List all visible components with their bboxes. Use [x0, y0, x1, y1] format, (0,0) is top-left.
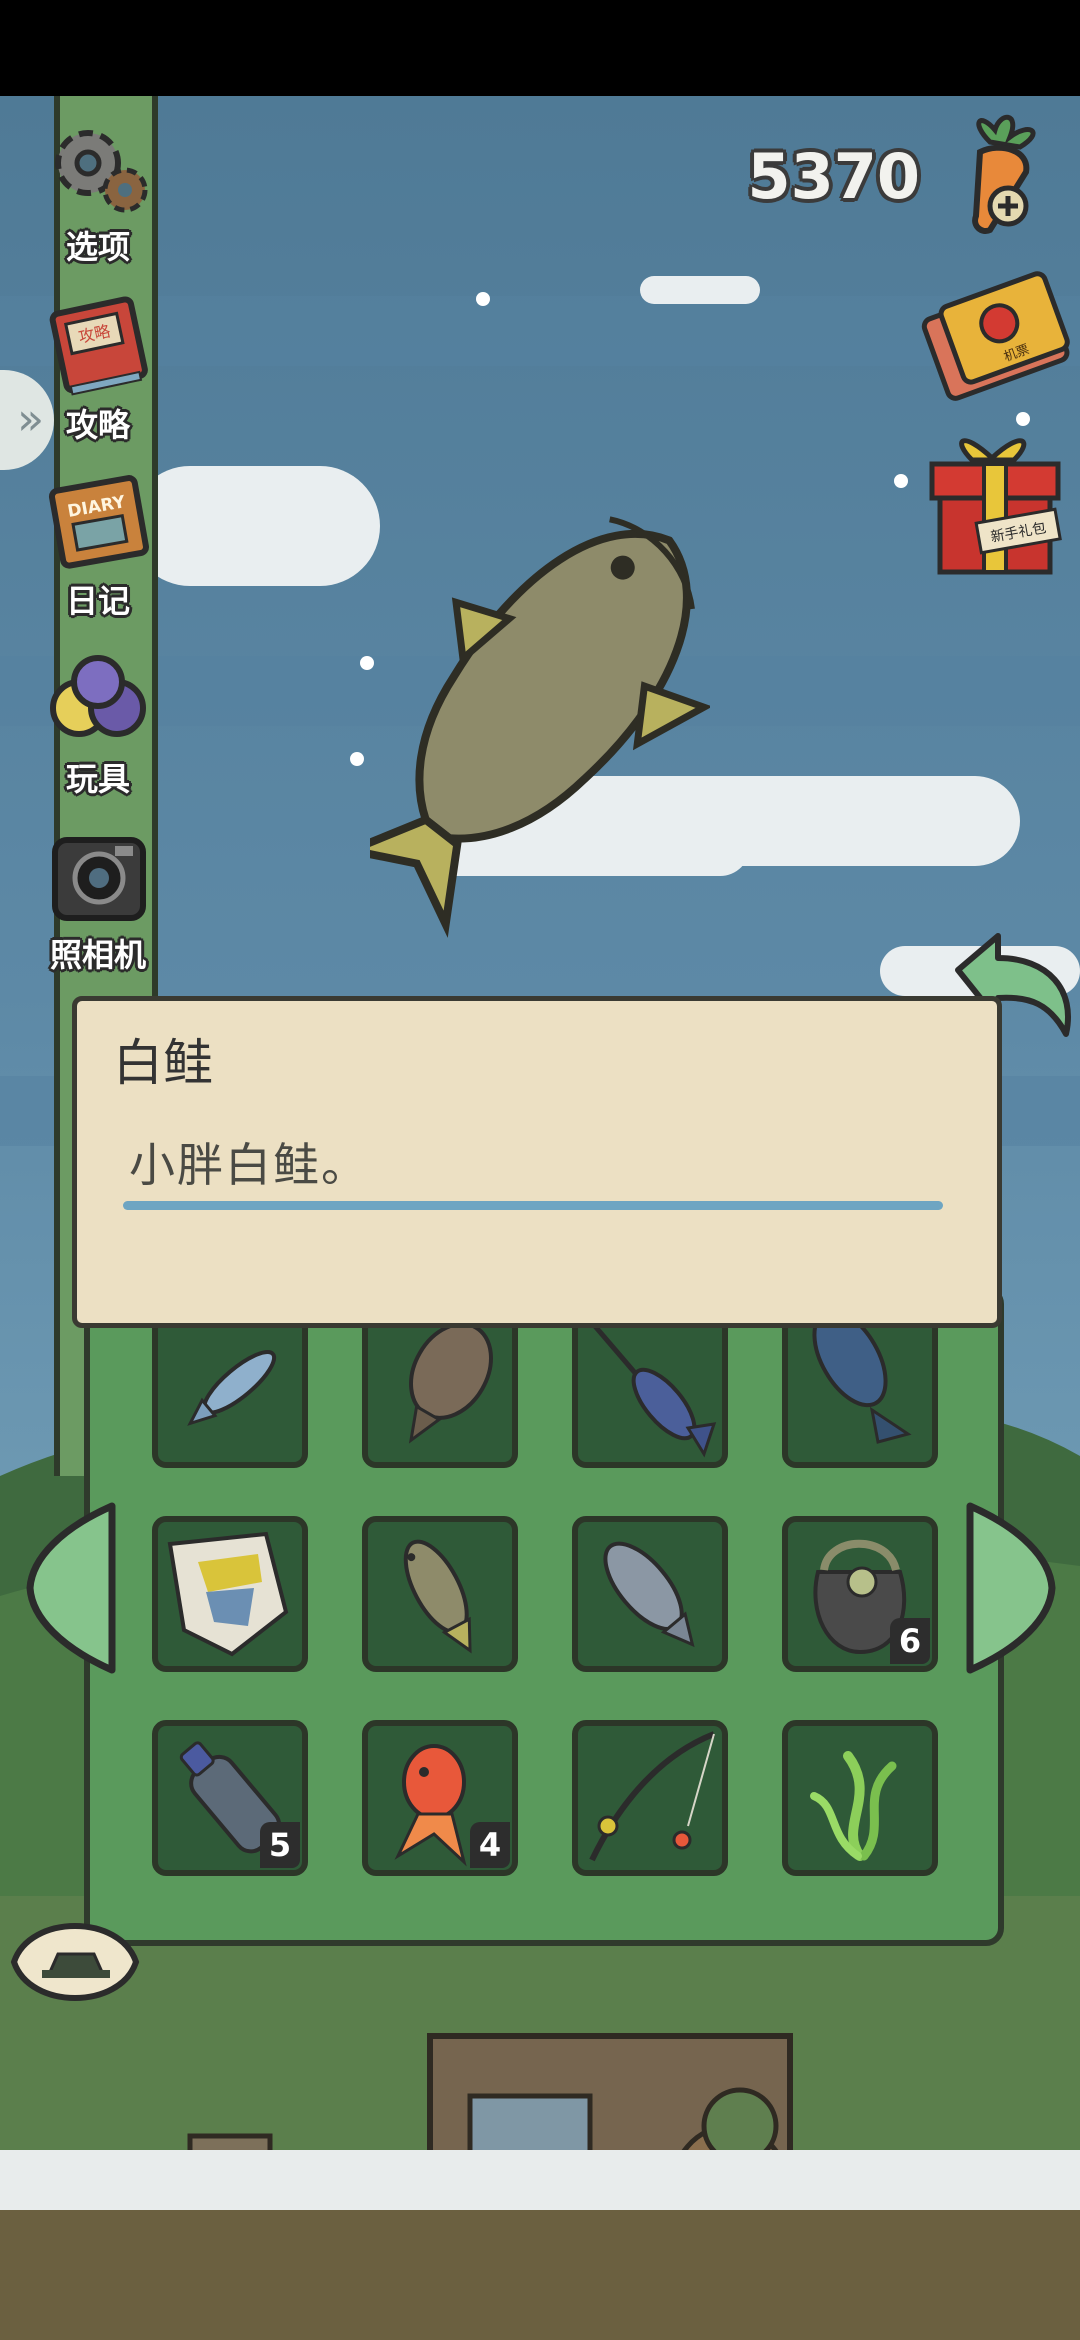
menu-item-label: 选项 — [65, 228, 130, 266]
menu-item-diary[interactable]: DIARY 日记 — [28, 472, 168, 622]
inventory-slot[interactable]: 6 — [782, 1516, 938, 1672]
hat-button[interactable] — [10, 1906, 140, 2016]
inventory-slot[interactable] — [152, 1516, 308, 1672]
previous-page-arrow[interactable] — [22, 1498, 118, 1678]
cloud — [640, 276, 760, 304]
menu-item-camera[interactable]: 照相机 — [28, 826, 168, 976]
item-quantity-badge: 4 — [470, 1822, 510, 1868]
sardine-icon — [187, 1350, 277, 1426]
plane-ticket-button[interactable]: 机票 — [918, 268, 1070, 408]
menu-item-label: 玩具 — [65, 760, 130, 798]
inventory-slot[interactable] — [572, 1516, 728, 1672]
inventory-slot[interactable] — [362, 1516, 518, 1672]
menu-item-label: 日记 — [65, 582, 130, 620]
starter-gift-button[interactable]: 新手礼包 — [922, 430, 1068, 580]
inventory-slot[interactable] — [572, 1312, 728, 1468]
tuna-icon — [812, 1318, 912, 1444]
camera-icon — [52, 837, 146, 921]
divider-line — [123, 1201, 943, 1210]
carrot-counter: 5370 — [747, 140, 920, 213]
seaweed-icon — [810, 1751, 897, 1861]
item-description: 小胖白鲑。 — [129, 1138, 369, 1192]
swordfish-icon — [586, 1318, 717, 1458]
inventory-slot[interactable]: 4 — [362, 1720, 518, 1876]
triggerfish-icon — [167, 1531, 289, 1657]
snowflake — [1016, 412, 1030, 426]
flounder-icon — [408, 1322, 493, 1444]
inventory-slot[interactable] — [572, 1720, 728, 1876]
diary-icon: DIARY — [48, 475, 149, 569]
item-description-dialog: 白鲑 小胖白鲑。 — [72, 996, 1002, 1328]
status-bar — [0, 0, 1080, 96]
inventory-slot[interactable] — [782, 1720, 938, 1876]
inventory-slot[interactable] — [152, 1312, 308, 1468]
caught-fish-illustration — [370, 516, 710, 938]
whitefish-icon — [403, 1539, 472, 1654]
menu-item-guide[interactable]: 攻略 攻略 — [28, 296, 168, 446]
item-name: 白鲑 — [113, 1034, 213, 1092]
inventory-slot[interactable]: 5 — [152, 1720, 308, 1876]
menu-item-label: 照相机 — [49, 936, 146, 974]
salmon-icon — [603, 1541, 695, 1648]
toys-icon — [50, 655, 146, 737]
menu-item-toys[interactable]: 玩具 — [28, 650, 168, 800]
inventory-panel: 6 5 4 — [84, 1286, 1004, 1946]
next-page-arrow[interactable] — [964, 1498, 1060, 1678]
guidebook-icon: 攻略 — [49, 296, 148, 396]
item-quantity-badge: 5 — [260, 1822, 300, 1868]
item-quantity-badge: 6 — [890, 1618, 930, 1664]
menu-item-options[interactable]: 选项 — [28, 118, 168, 268]
gear-icon — [55, 130, 148, 213]
menu-item-label: 攻略 — [65, 406, 130, 444]
snowflake — [894, 474, 908, 488]
snowflake — [476, 292, 490, 306]
dirt-ground — [0, 2210, 1080, 2340]
inventory-slot[interactable] — [362, 1312, 518, 1468]
fishing-rod-icon — [589, 1731, 716, 1862]
add-carrots-button[interactable] — [950, 112, 1060, 242]
snowflake — [350, 752, 364, 766]
inventory-slot[interactable] — [782, 1312, 938, 1468]
